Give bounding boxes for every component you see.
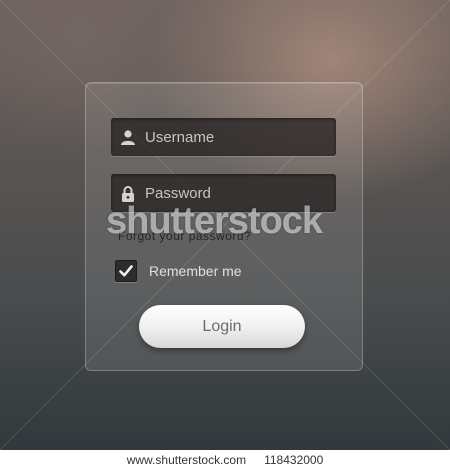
checkmark-icon [119, 265, 133, 277]
remember-me-checkbox[interactable] [115, 260, 137, 282]
lock-icon [111, 185, 145, 202]
password-field[interactable]: Password [111, 174, 336, 212]
footer-image-id: 118432000 [264, 453, 324, 467]
footer-site-url: www.shutterstock.com [126, 453, 247, 467]
username-placeholder: Username [145, 128, 215, 146]
forgot-password-link[interactable]: Forgot your password? [118, 229, 251, 243]
footer-bar: www.shutterstock.com 118432000 [0, 450, 450, 470]
user-icon [111, 129, 145, 145]
remember-me-label: Remember me [149, 263, 242, 279]
login-button[interactable]: Login [139, 305, 305, 348]
remember-me-row[interactable]: Remember me [115, 260, 242, 282]
password-placeholder: Password [145, 184, 211, 202]
username-field[interactable]: Username [111, 118, 336, 156]
